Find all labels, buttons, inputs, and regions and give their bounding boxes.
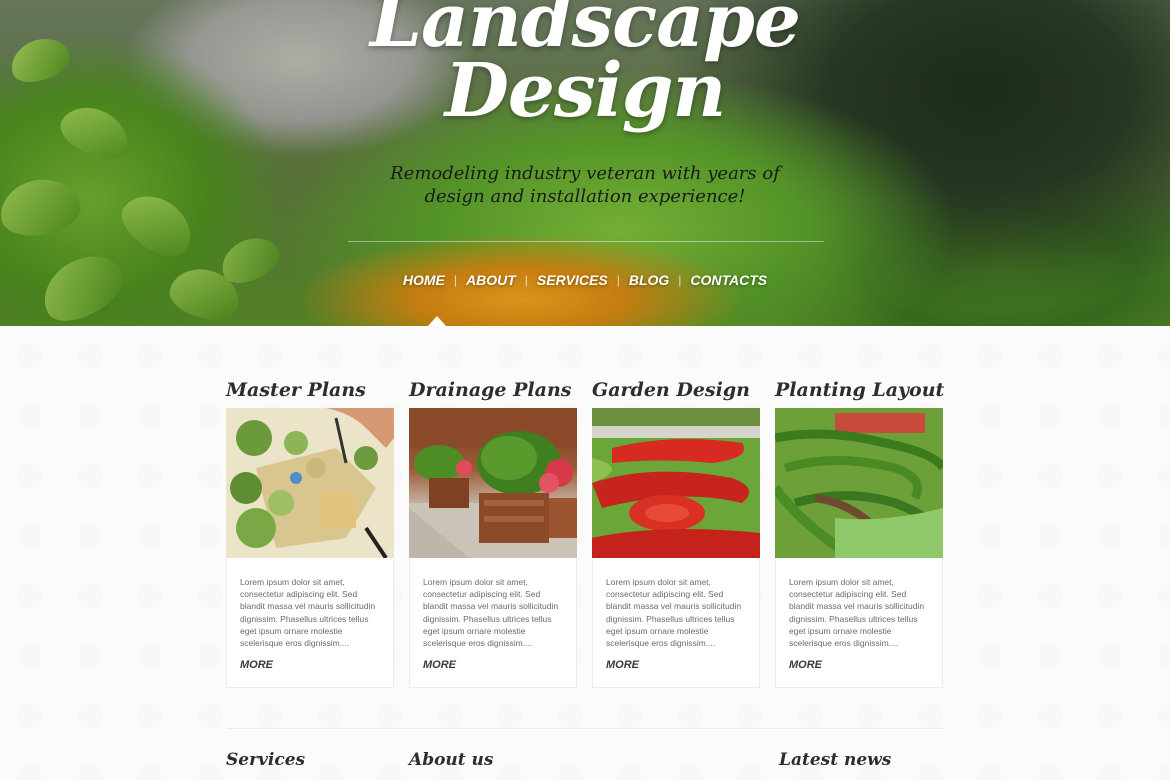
more-button[interactable]: MORE [423,659,456,671]
hero-title: Landscape Design [0,0,1170,134]
more-button[interactable]: MORE [240,659,273,671]
footer-heading-services: Services [226,750,306,770]
card-title: Garden Design [592,379,750,401]
hero-subtitle: Remodeling industry veteran with years o… [0,162,1170,208]
card-body: Lorem ipsum dolor sit amet, consectetur … [775,558,943,688]
more-button[interactable]: MORE [606,659,639,671]
nav-blog[interactable]: BLOG [620,272,678,288]
flower-garden-icon [592,408,760,558]
flower-garden-image[interactable] [592,408,760,558]
hero-subtitle-line2: design and installation experience! [424,186,746,207]
card-garden-design: Garden Design Lorem ipsum dolor sit amet… [592,378,760,688]
card-text: Lorem ipsum dolor sit amet, consectetur … [240,577,376,649]
active-nav-caret-icon [428,316,446,326]
hero-title-line2: Design [444,48,727,134]
main-content: Master Plans Lorem ipsum dolor sit amet,… [0,326,1170,780]
hero-divider [348,241,824,242]
planter-boxes-icon [409,408,577,558]
card-drainage-plans: Drainage Plans Lorem ipsum dolor sit ame… [409,378,577,688]
nav-home[interactable]: HOME [394,272,454,288]
card-text: Lorem ipsum dolor sit amet, consectetur … [423,577,559,649]
card-text: Lorem ipsum dolor sit amet, consectetur … [789,577,925,649]
hedge-maze-icon [775,408,943,558]
card-master-plans: Master Plans Lorem ipsum dolor sit amet,… [226,378,394,688]
main-nav: HOME | ABOUT | SERVICES | BLOG | CONTACT… [0,272,1170,288]
footer-heading-about: About us [409,750,494,770]
more-button[interactable]: MORE [789,659,822,671]
planter-boxes-image[interactable] [409,408,577,558]
nav-contacts[interactable]: CONTACTS [681,272,776,288]
nav-services[interactable]: SERVICES [528,272,617,288]
footer-heading-news: Latest news [779,750,892,770]
card-title: Drainage Plans [409,379,572,401]
hedge-maze-image[interactable] [775,408,943,558]
card-text: Lorem ipsum dolor sit amet, consectetur … [606,577,742,649]
master-plan-drawing-image[interactable] [226,408,394,558]
card-title: Master Plans [226,379,366,401]
nav-about[interactable]: ABOUT [457,272,525,288]
card-body: Lorem ipsum dolor sit amet, consectetur … [592,558,760,688]
hero-subtitle-line1: Remodeling industry veteran with years o… [390,163,780,184]
service-cards: Master Plans Lorem ipsum dolor sit amet,… [226,378,945,688]
card-body: Lorem ipsum dolor sit amet, consectetur … [409,558,577,688]
hero-banner: Landscape Design Remodeling industry vet… [0,0,1170,326]
card-title: Planting Layout [775,379,945,401]
card-planting-layout: Planting Layout Lorem ipsum dolor sit am… [775,378,945,688]
master-plan-drawing-icon [226,408,394,558]
section-divider [226,728,944,729]
card-body: Lorem ipsum dolor sit amet, consectetur … [226,558,394,688]
